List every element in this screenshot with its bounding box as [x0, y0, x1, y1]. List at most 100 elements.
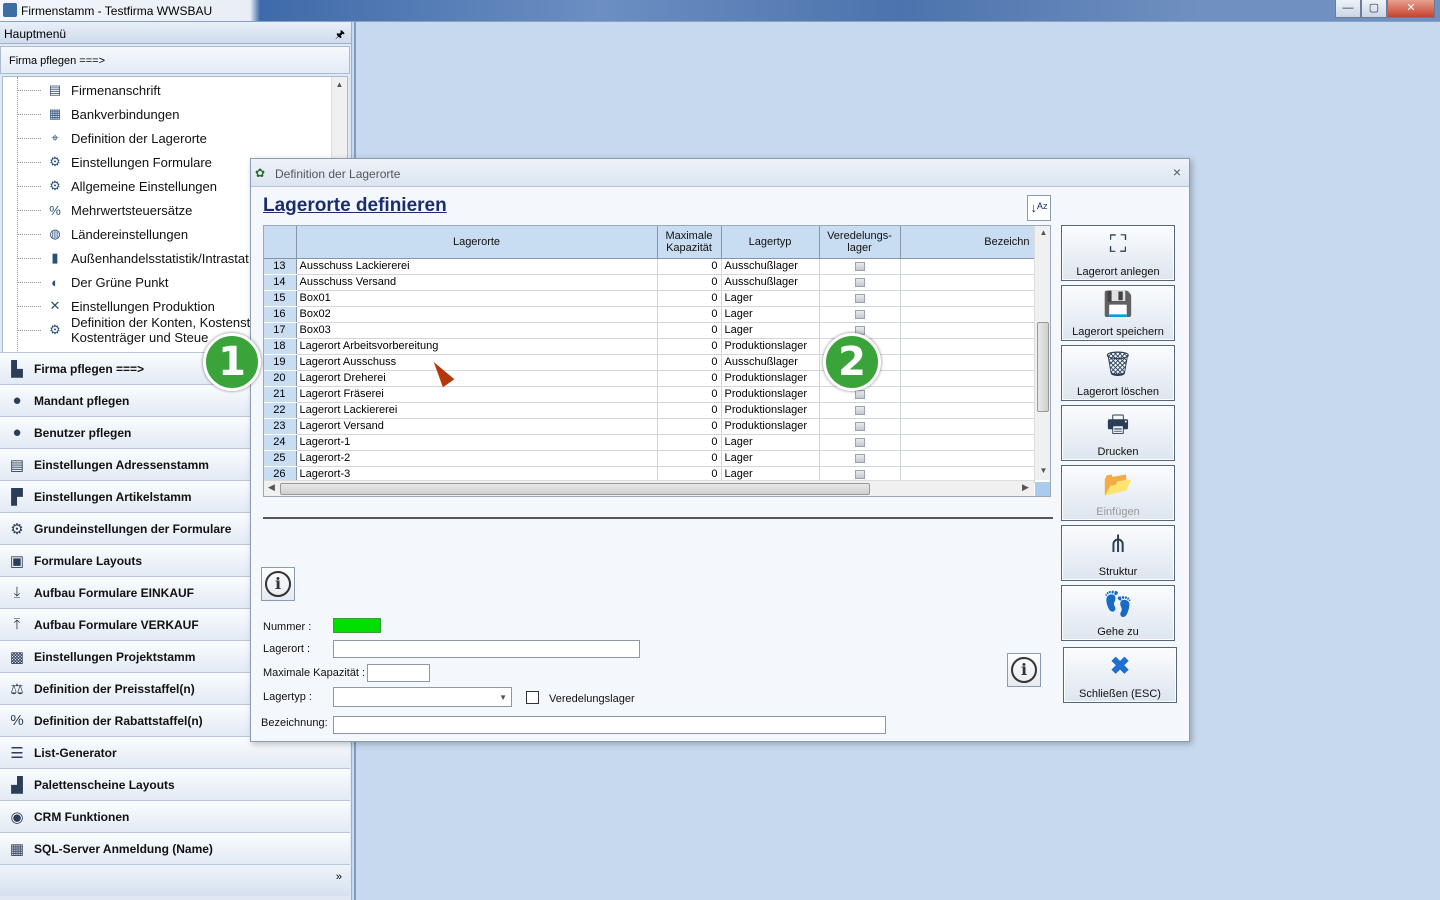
cell-bezeichnung[interactable] [900, 322, 1035, 339]
row-checkbox[interactable] [854, 469, 865, 479]
minimize-button[interactable]: — [1335, 0, 1361, 18]
column-header-veredelungslager[interactable]: Veredelungs-lager [819, 226, 901, 259]
cell-lagerort[interactable]: Ausschuss Versand [296, 274, 658, 291]
cell-lagertyp[interactable]: Lager [721, 290, 820, 307]
dialog-close-icon[interactable]: × [1173, 164, 1181, 180]
table-row[interactable]: 19 Lagerort Ausschuss 0 Ausschußlager [264, 354, 1035, 371]
cell-kapazitaet[interactable]: 0 [657, 386, 722, 403]
printer-button[interactable]: 🖶 Drucken [1061, 405, 1175, 461]
row-checkbox[interactable] [854, 453, 865, 463]
cell-lagerort[interactable]: Box01 [296, 290, 658, 307]
cell-kapazitaet[interactable]: 0 [657, 338, 722, 355]
cell-lagertyp[interactable]: Ausschußlager [721, 354, 820, 371]
cell-bezeichnung[interactable] [900, 274, 1035, 291]
cell-lagertyp[interactable]: Lager [721, 322, 820, 339]
cell-veredelungslager[interactable] [819, 306, 901, 323]
cell-lagerort[interactable]: Lagerort Dreherei [296, 370, 658, 387]
structure-button[interactable]: ⋔ Struktur [1061, 525, 1175, 581]
cell-lagertyp[interactable]: Ausschußlager [721, 274, 820, 291]
cell-bezeichnung[interactable] [900, 354, 1035, 371]
scroll-thumb[interactable] [280, 483, 870, 495]
cell-lagerort[interactable]: Lagerort Lackiererei [296, 402, 658, 419]
table-row[interactable]: 15 Box01 0 Lager [264, 290, 1035, 307]
menu-item[interactable]: ▦ SQL-Server Anmeldung (Name) [0, 832, 350, 864]
cell-lagerort[interactable]: Lagerort-2 [296, 450, 658, 467]
cell-kapazitaet[interactable]: 0 [657, 274, 722, 291]
cell-lagerort[interactable]: Lagerort-1 [296, 434, 658, 451]
cell-kapazitaet[interactable]: 0 [657, 402, 722, 419]
close-x-button[interactable]: ✖ Schließen (ESC) [1063, 647, 1177, 703]
grid-horizontal-scrollbar[interactable]: ◀ ▶ [264, 480, 1034, 496]
veredelungslager-checkbox[interactable] [526, 691, 539, 704]
cell-veredelungslager[interactable] [819, 290, 901, 307]
cell-bezeichnung[interactable] [900, 418, 1035, 435]
cell-lagertyp[interactable]: Produktionslager [721, 338, 820, 355]
cell-lagerort[interactable]: Lagerort Arbeitsvorbereitung [296, 338, 658, 355]
cell-kapazitaet[interactable]: 0 [657, 370, 722, 387]
scroll-up-arrow[interactable]: ▲ [1035, 228, 1050, 237]
tree-item[interactable]: ▦ Bankverbindungen [17, 103, 179, 125]
cell-veredelungslager[interactable] [819, 418, 901, 435]
tree-item[interactable]: ▤ Firmenanschrift [17, 79, 161, 101]
column-header-bezeichnung[interactable]: Bezeichn [900, 226, 1035, 259]
scroll-right-arrow[interactable]: ▶ [1022, 482, 1029, 493]
cell-lagertyp[interactable]: Lager [721, 306, 820, 323]
cell-lagertyp[interactable]: Produktionslager [721, 370, 820, 387]
tree-item[interactable]: ▮ Außenhandelsstatistik/Intrastat [17, 247, 249, 269]
table-row[interactable]: 21 Lagerort Fräserei 0 Produktionslager [264, 386, 1035, 403]
column-header-kapazitaet[interactable]: Maximale Kapazität [657, 226, 722, 259]
cell-lagerort[interactable]: Lagerort Versand [296, 418, 658, 435]
cell-bezeichnung[interactable] [900, 450, 1035, 467]
pin-icon[interactable]: 🖈 [335, 26, 345, 45]
cell-veredelungslager[interactable] [819, 434, 901, 451]
paste-folder-button[interactable]: 📂 Einfügen [1061, 465, 1175, 521]
lagertyp-select[interactable]: ▼ [333, 687, 512, 707]
save-button[interactable]: 💾 Lagerort speichern [1061, 285, 1175, 341]
table-row[interactable]: 25 Lagerort-2 0 Lager [264, 450, 1035, 467]
map-add-button[interactable]: ⛶ Lagerort anlegen [1061, 225, 1175, 281]
tree-item[interactable]: ◐ Der Grüne Punkt [17, 271, 169, 293]
row-checkbox[interactable] [854, 293, 865, 303]
tree-item[interactable]: ⌖ Definition der Lagerorte [17, 127, 207, 149]
cell-bezeichnung[interactable] [900, 434, 1035, 451]
row-checkbox[interactable] [854, 437, 865, 447]
cell-lagertyp[interactable]: Ausschußlager [721, 258, 820, 275]
table-row[interactable]: 16 Box02 0 Lager [264, 306, 1035, 323]
column-header-lagertyp[interactable]: Lagertyp [721, 226, 820, 259]
table-row[interactable]: 22 Lagerort Lackiererei 0 Produktionslager [264, 402, 1035, 419]
table-row[interactable]: 18 Lagerort Arbeitsvorbereitung 0 Produktio… [264, 338, 1035, 355]
table-row[interactable]: 20 Lagerort Dreherei 0 Produktionslager [264, 370, 1035, 387]
cell-bezeichnung[interactable] [900, 402, 1035, 419]
table-row[interactable]: 17 Box03 0 Lager [264, 322, 1035, 339]
table-row[interactable]: 13 Ausschuss Lackiererei 0 Ausschußlager [264, 258, 1035, 275]
cell-lagertyp[interactable]: Produktionslager [721, 386, 820, 403]
cell-lagertyp[interactable]: Lager [721, 434, 820, 451]
cell-veredelungslager[interactable] [819, 450, 901, 467]
maximize-button[interactable]: ▢ [1361, 0, 1387, 18]
row-checkbox[interactable] [854, 405, 865, 415]
menu-item[interactable]: ▟ Palettenscheine Layouts [0, 768, 350, 800]
section-header[interactable]: Firma pflegen ===> [0, 46, 350, 74]
cell-kapazitaet[interactable]: 0 [657, 450, 722, 467]
tree-item[interactable]: % Mehrwertsteuersätze [17, 199, 192, 221]
cell-kapazitaet[interactable]: 0 [657, 322, 722, 339]
info-button-secondary[interactable]: i [1007, 653, 1041, 687]
cell-bezeichnung[interactable] [900, 306, 1035, 323]
cell-kapazitaet[interactable]: 0 [657, 306, 722, 323]
cell-lagerort[interactable]: Box02 [296, 306, 658, 323]
row-checkbox[interactable] [854, 309, 865, 319]
kapazitaet-input[interactable] [367, 664, 430, 682]
grid-vertical-scrollbar[interactable]: ▲ ▼ [1034, 226, 1050, 480]
lagerort-input[interactable] [333, 640, 640, 658]
cell-veredelungslager[interactable] [819, 258, 901, 275]
info-button[interactable]: i [261, 567, 295, 601]
cell-lagerort[interactable]: Lagerort Ausschuss [296, 354, 658, 371]
more-chevron-icon[interactable]: » [336, 871, 342, 883]
close-window-button[interactable]: ✕ [1387, 0, 1435, 18]
cell-veredelungslager[interactable] [819, 274, 901, 291]
bezeichnung-input[interactable] [333, 716, 886, 734]
cell-kapazitaet[interactable]: 0 [657, 434, 722, 451]
tree-item[interactable]: ⚙ Allgemeine Einstellungen [17, 175, 217, 197]
sort-az-icon[interactable]: ↓ᴬᶻ [1027, 195, 1051, 221]
tree-item[interactable]: ✕ Einstellungen Produktion [17, 295, 215, 317]
